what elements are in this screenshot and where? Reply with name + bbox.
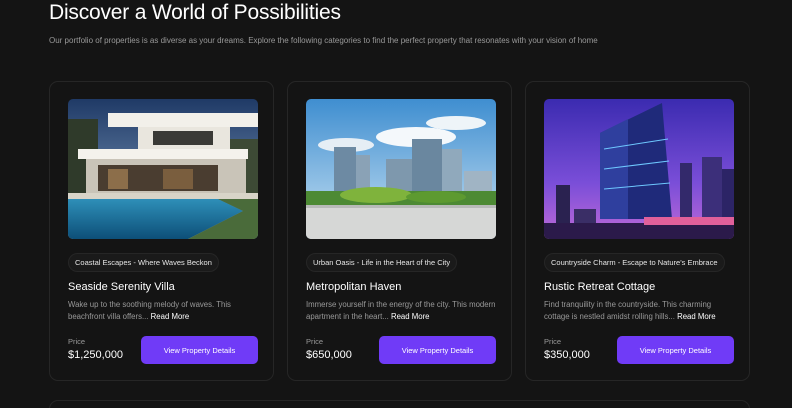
property-title: Rustic Retreat Cottage [544, 281, 656, 293]
price-label: Price [544, 337, 562, 346]
category-tag: Urban Oasis - Life in the Heart of the C… [306, 253, 458, 272]
property-title: Seaside Serenity Villa [68, 281, 175, 293]
property-image [306, 99, 496, 239]
property-card: Countryside Charm - Escape to Nature's E… [525, 81, 750, 381]
read-more-link[interactable]: Read More [391, 312, 430, 321]
view-property-details-button[interactable]: View Property Details [617, 336, 734, 364]
category-tag: Countryside Charm - Escape to Nature's E… [544, 253, 725, 272]
view-property-details-button[interactable]: View Property Details [379, 336, 496, 364]
property-description: Find tranquility in the countryside. Thi… [544, 299, 734, 323]
price-value: $350,000 [544, 349, 590, 361]
price-value: $650,000 [306, 349, 352, 361]
page-title: Discover a World of Possibilities [49, 1, 341, 24]
property-title: Metropolitan Haven [306, 281, 402, 293]
page-subtitle: Our portfolio of properties is as divers… [49, 36, 598, 45]
read-more-link[interactable]: Read More [677, 312, 716, 321]
property-description: Immerse yourself in the energy of the ci… [306, 299, 496, 323]
read-more-link[interactable]: Read More [151, 312, 190, 321]
property-card-list: Coastal Escapes - Where Waves Beckon Sea… [49, 81, 750, 381]
property-image [544, 99, 734, 239]
price-value: $1,250,000 [68, 349, 124, 361]
description-text: Wake up to the soothing melody of waves.… [68, 300, 231, 321]
price-label: Price [306, 337, 324, 346]
price-label: Price [68, 337, 86, 346]
category-tag: Coastal Escapes - Where Waves Beckon [68, 253, 219, 272]
property-card: Coastal Escapes - Where Waves Beckon Sea… [49, 81, 274, 381]
view-property-details-button[interactable]: View Property Details [141, 336, 258, 364]
property-image [68, 99, 258, 239]
next-section-border [49, 400, 750, 408]
property-card: Urban Oasis - Life in the Heart of the C… [287, 81, 512, 381]
property-description: Wake up to the soothing melody of waves.… [68, 299, 258, 323]
